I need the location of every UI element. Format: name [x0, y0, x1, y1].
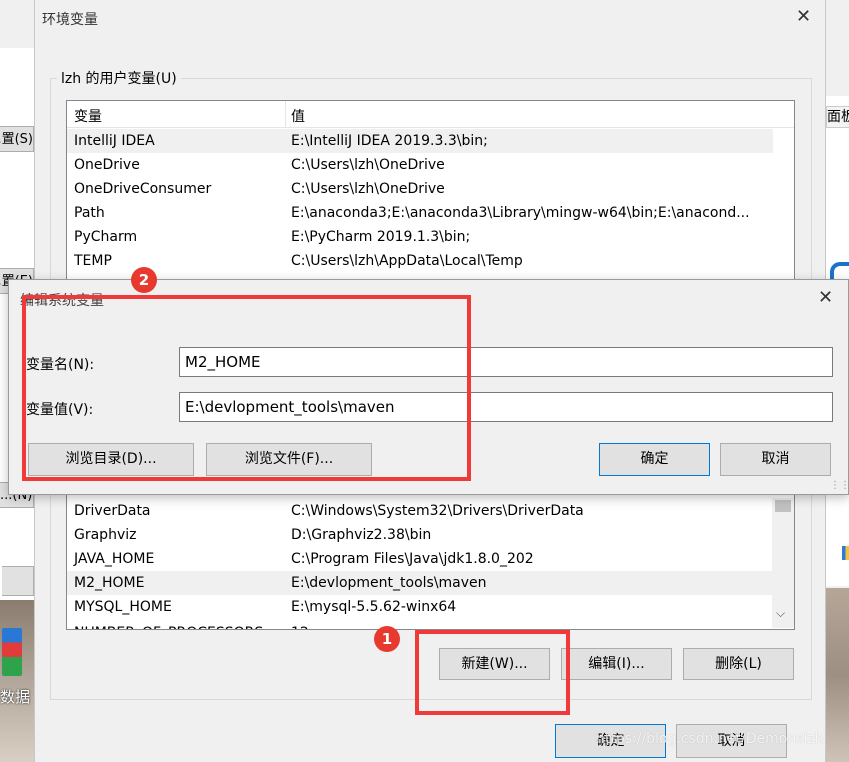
row-value: C:\Users\lzh\OneDrive — [291, 157, 445, 173]
background-button-fragment[interactable] — [2, 566, 34, 596]
close-icon[interactable]: ✕ — [818, 289, 833, 307]
row-value: E:\mysql-5.5.62-winx64 — [291, 599, 457, 615]
scrollbar-thumb[interactable] — [775, 500, 791, 512]
watermark: https://blog.csdn.net/Demonslzh — [596, 731, 824, 747]
row-name: JAVA_HOME — [74, 551, 155, 567]
row-name: DriverData — [74, 503, 151, 519]
edit-cancel-button[interactable]: 取消 — [720, 443, 831, 476]
table-row[interactable]: JAVA_HOME C:\Program Files\Java\jdk1.8.0_… — [67, 547, 773, 571]
table-row[interactable]: DriverData C:\Windows\System32\Drivers\Dr… — [67, 499, 773, 523]
desktop-icon-label: 数据 — [0, 688, 31, 706]
row-value: E:\devlopment_tools\maven — [291, 575, 487, 591]
annotation-step-badge: 2 — [131, 267, 157, 293]
desktop-wallpaper — [826, 588, 849, 762]
row-value: E:\PyCharm 2019.1.3\bin; — [291, 229, 471, 245]
winrar-icon[interactable] — [2, 628, 22, 676]
shield-icon — [842, 546, 849, 560]
table-row[interactable]: NUMBER_OF_PROCESSORS 12 — [67, 619, 773, 629]
chevron-down-icon[interactable]: ⌵ — [776, 606, 785, 621]
annotation-highlight-new-button — [415, 630, 570, 715]
column-header-name[interactable]: 变量 — [74, 106, 102, 126]
control-panel-fragment[interactable]: 面板 — [826, 106, 849, 128]
row-value: C:\Users\lzh\OneDrive — [291, 181, 445, 197]
table-row[interactable]: MYSQL_HOME E:\mysql-5.5.62-winx64 — [67, 595, 773, 619]
row-value: D:\Graphviz2.38\bin — [291, 527, 432, 543]
row-name: M2_HOME — [74, 575, 145, 591]
row-value: 12 — [291, 619, 771, 629]
row-value: E:\anaconda3;E:\anaconda3\Library\mingw-… — [291, 205, 750, 221]
row-name: Path — [74, 205, 105, 221]
row-name: Graphviz — [74, 527, 137, 543]
table-row[interactable]: PyCharm E:\PyCharm 2019.1.3\bin; — [67, 225, 773, 249]
edit-ok-button[interactable]: 确定 — [599, 443, 710, 476]
delete-button[interactable]: 删除(L) — [683, 648, 794, 680]
row-name: PyCharm — [74, 229, 138, 245]
row-name: OneDrive — [74, 157, 140, 173]
row-value: C:\Program Files\Java\jdk1.8.0_202 — [291, 551, 534, 567]
row-value: C:\Users\lzh\AppData\Local\Temp — [291, 253, 523, 269]
background-button-fragment[interactable]: 置(S)... — [0, 126, 34, 152]
close-icon[interactable]: ✕ — [796, 8, 811, 26]
table-row[interactable]: IntelliJ IDEA E:\IntelliJ IDEA 2019.3.3\b… — [67, 129, 773, 153]
edit-button[interactable]: 编辑(I)... — [561, 648, 672, 680]
row-value: E:\IntelliJ IDEA 2019.3.3\bin; — [291, 133, 488, 149]
list-header: 变量 值 — [67, 101, 794, 128]
table-row[interactable]: OneDriveConsumer C:\Users\lzh\OneDrive — [67, 177, 773, 201]
table-row[interactable]: M2_HOME E:\devlopment_tools\maven — [67, 571, 773, 595]
row-name: NUMBER_OF_PROCESSORS — [74, 619, 263, 629]
annotation-highlight-edit-dialog — [22, 295, 471, 481]
column-header-value[interactable]: 值 — [291, 106, 305, 126]
annotation-step-badge: 1 — [374, 626, 400, 652]
table-row[interactable]: OneDrive C:\Users\lzh\OneDrive — [67, 153, 773, 177]
desktop-wallpaper — [0, 600, 34, 762]
list-scrollbar[interactable]: ⌵ — [772, 498, 794, 628]
resize-grip-icon[interactable]: ⋮⋮ — [830, 480, 849, 491]
row-value: C:\Windows\System32\Drivers\DriverData — [291, 503, 584, 519]
row-name: MYSQL_HOME — [74, 599, 172, 615]
table-row[interactable]: Path E:\anaconda3;E:\anaconda3\Library\mi… — [67, 201, 773, 225]
dialog-title: 环境变量 — [42, 12, 98, 28]
table-row[interactable]: Graphviz D:\Graphviz2.38\bin — [67, 523, 773, 547]
row-name: IntelliJ IDEA — [74, 133, 155, 149]
column-separator[interactable] — [285, 101, 286, 127]
row-name: TEMP — [74, 253, 112, 269]
row-name: OneDriveConsumer — [74, 181, 212, 197]
table-row[interactable]: TEMP C:\Users\lzh\AppData\Local\Temp — [67, 249, 773, 273]
group-title: lzh 的用户变量(U) — [57, 68, 181, 88]
